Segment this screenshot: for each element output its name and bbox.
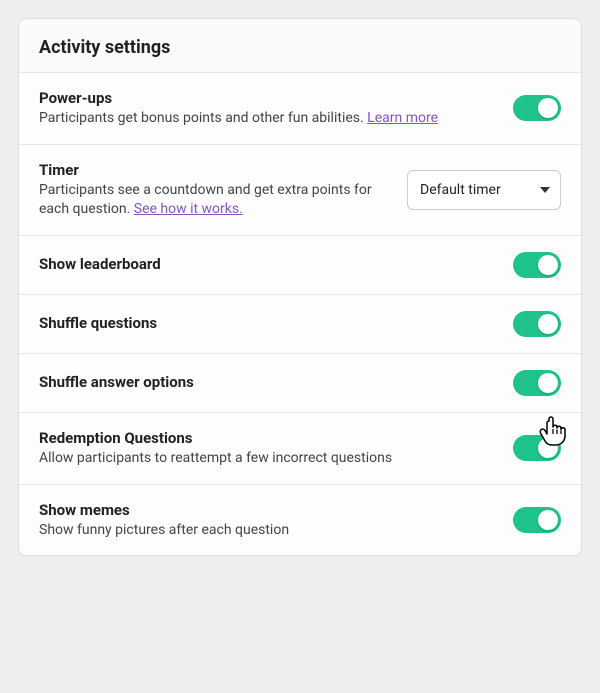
row-timer-text: Timer Participants see a countdown and g… xyxy=(39,161,393,219)
activity-settings-panel: Activity settings Power-ups Participants… xyxy=(18,18,582,556)
row-shuffle-questions-text: Shuffle questions xyxy=(39,314,499,334)
row-leaderboard: Show leaderboard xyxy=(19,235,581,294)
shuffle-answers-toggle[interactable] xyxy=(513,370,561,396)
toggle-knob xyxy=(538,373,558,393)
leaderboard-title: Show leaderboard xyxy=(39,255,499,273)
redemption-toggle[interactable] xyxy=(513,435,561,461)
chevron-down-icon xyxy=(540,187,550,193)
row-timer: Timer Participants see a countdown and g… xyxy=(19,144,581,235)
row-power-ups-text: Power-ups Participants get bonus points … xyxy=(39,89,499,128)
power-ups-toggle[interactable] xyxy=(513,95,561,121)
panel-header: Activity settings xyxy=(19,19,581,72)
timer-desc: Participants see a countdown and get ext… xyxy=(39,181,393,219)
timer-select[interactable]: Default timer xyxy=(407,170,561,210)
toggle-knob xyxy=(538,510,558,530)
shuffle-questions-toggle[interactable] xyxy=(513,311,561,337)
redemption-title: Redemption Questions xyxy=(39,429,499,447)
row-memes: Show memes Show funny pictures after eac… xyxy=(19,484,581,556)
timer-select-value: Default timer xyxy=(420,182,501,198)
shuffle-questions-title: Shuffle questions xyxy=(39,314,499,332)
power-ups-desc: Participants get bonus points and other … xyxy=(39,109,499,128)
row-redemption-text: Redemption Questions Allow participants … xyxy=(39,429,499,468)
power-ups-desc-text: Participants get bonus points and other … xyxy=(39,110,364,126)
toggle-knob xyxy=(538,314,558,334)
redemption-desc: Allow participants to reattempt a few in… xyxy=(39,449,499,468)
power-ups-title: Power-ups xyxy=(39,89,499,107)
row-memes-text: Show memes Show funny pictures after eac… xyxy=(39,501,499,540)
shuffle-answers-title: Shuffle answer options xyxy=(39,373,499,391)
memes-title: Show memes xyxy=(39,501,499,519)
power-ups-learn-more-link[interactable]: Learn more xyxy=(367,110,438,126)
timer-title: Timer xyxy=(39,161,393,179)
row-shuffle-answers-text: Shuffle answer options xyxy=(39,373,499,393)
toggle-knob xyxy=(538,255,558,275)
leaderboard-toggle[interactable] xyxy=(513,252,561,278)
memes-toggle[interactable] xyxy=(513,507,561,533)
toggle-knob xyxy=(538,438,558,458)
memes-desc: Show funny pictures after each question xyxy=(39,521,499,540)
row-shuffle-answers: Shuffle answer options xyxy=(19,353,581,412)
timer-see-how-link[interactable]: See how it works. xyxy=(134,201,243,217)
panel-title: Activity settings xyxy=(39,37,561,58)
row-shuffle-questions: Shuffle questions xyxy=(19,294,581,353)
row-redemption: Redemption Questions Allow participants … xyxy=(19,412,581,484)
row-leaderboard-text: Show leaderboard xyxy=(39,255,499,275)
row-power-ups: Power-ups Participants get bonus points … xyxy=(19,72,581,144)
